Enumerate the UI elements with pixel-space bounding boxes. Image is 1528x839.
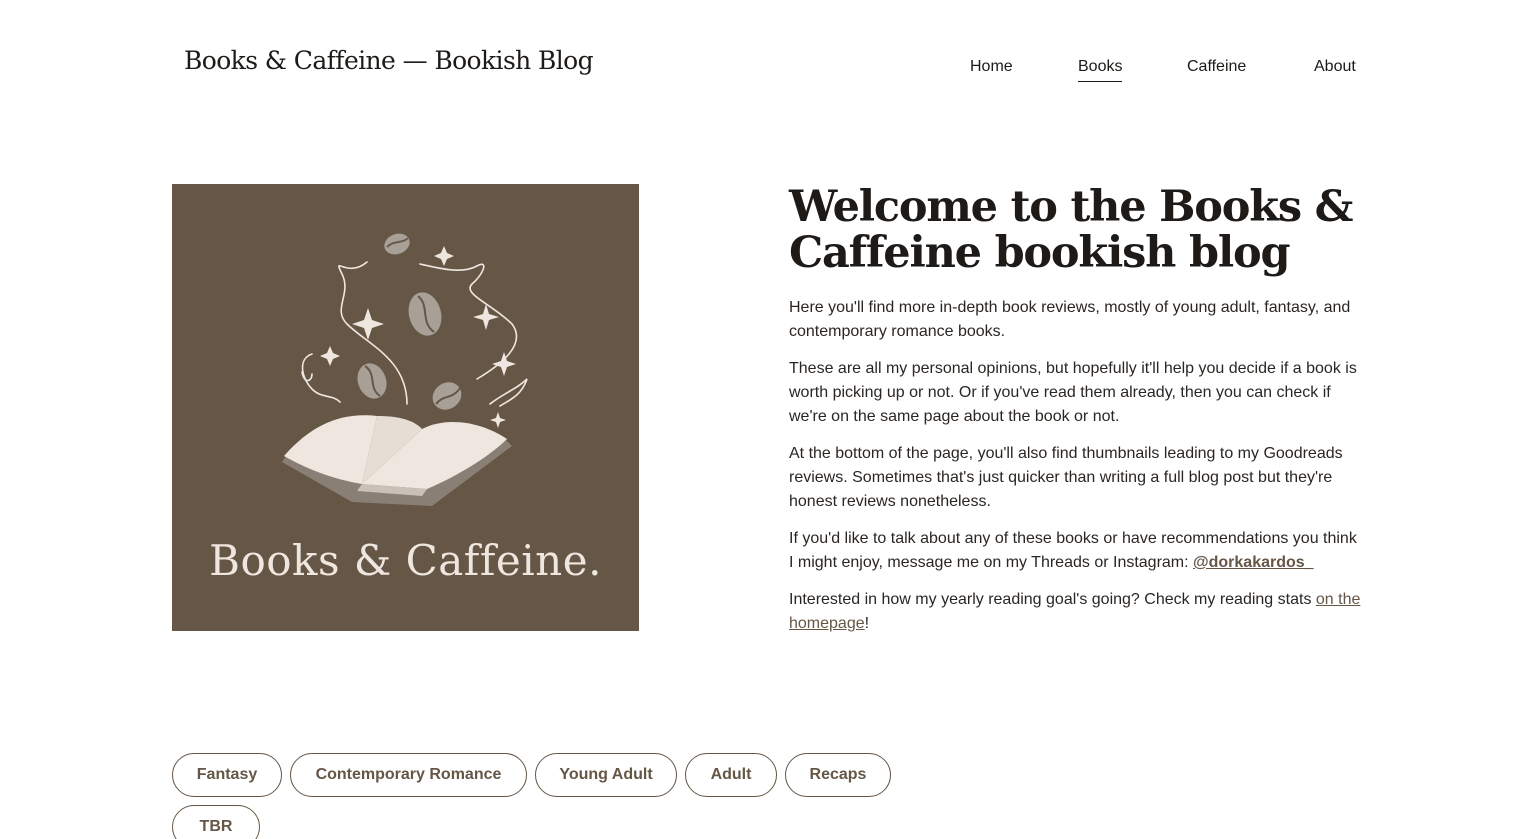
tag-adult[interactable]: Adult xyxy=(685,753,777,797)
page-title: Welcome to the Books & Caffeine bookish … xyxy=(789,182,1353,278)
tag-fantasy[interactable]: Fantasy xyxy=(172,753,282,797)
hero-logo-image: Books & Caffeine. xyxy=(172,184,639,631)
intro-paragraph: These are all my personal opinions, but … xyxy=(789,360,1357,425)
main-nav: Home Books Caffeine About xyxy=(0,57,1528,87)
intro-content: Welcome to the Books & Caffeine bookish … xyxy=(789,184,1364,649)
nav-books[interactable]: Books xyxy=(1078,57,1123,82)
nav-home[interactable]: Home xyxy=(970,57,1013,81)
intro-paragraph: At the bottom of the page, you'll also f… xyxy=(789,445,1343,510)
intro-paragraph: Here you'll find more in-depth book revi… xyxy=(789,299,1351,340)
open-book-icon xyxy=(282,415,512,506)
stats-suffix: ! xyxy=(864,615,870,632)
stats-paragraph: Interested in how my yearly reading goal… xyxy=(789,588,1364,636)
swirl-lines xyxy=(301,261,528,407)
instagram-handle-link[interactable]: @dorkakardos_ xyxy=(1193,554,1314,571)
tag-young-adult[interactable]: Young Adult xyxy=(535,753,677,797)
contact-paragraph: If you'd like to talk about any of these… xyxy=(789,527,1364,575)
tag-tbr[interactable]: TBR xyxy=(172,805,260,839)
tag-recaps[interactable]: Recaps xyxy=(785,753,891,797)
nav-caffeine[interactable]: Caffeine xyxy=(1187,57,1246,81)
stats-text: Interested in how my yearly reading goal… xyxy=(789,591,1316,608)
tag-contemporary-romance[interactable]: Contemporary Romance xyxy=(290,753,527,797)
logo-text: Books & Caffeine. xyxy=(209,536,602,585)
sparkle-icon xyxy=(320,246,516,428)
nav-about[interactable]: About xyxy=(1314,57,1356,81)
